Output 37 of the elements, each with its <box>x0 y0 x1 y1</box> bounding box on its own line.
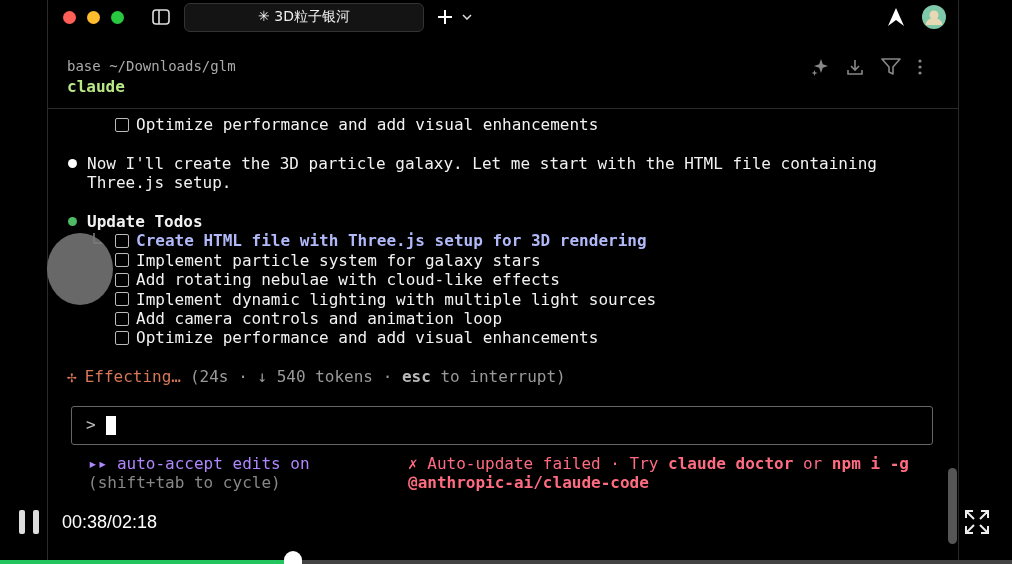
spinner-glyph: ✢ <box>67 367 77 387</box>
message-text: Now I'll create the 3D particle galaxy. Let me start with the HTML file containing Three.js setup. <box>87 153 878 193</box>
minimize-button[interactable] <box>87 10 100 24</box>
todo-text: Implement dynamic lighting with multiple light sources <box>136 289 657 309</box>
avatar-icon[interactable] <box>922 5 946 29</box>
filter-icon[interactable] <box>881 58 901 76</box>
sparkle-icon[interactable] <box>811 58 829 76</box>
todo-text: Optimize performance and add visual enhancements <box>136 328 599 348</box>
progress-bar[interactable] <box>0 551 1012 564</box>
more-icon[interactable] <box>918 59 922 75</box>
playback-time: 00:38/02:18 <box>62 511 158 533</box>
update-warning: ✗ Auto-update failed · Try claude doctor or npm i -g @anthropic-ai/claude-code <box>408 453 910 493</box>
pause-icon[interactable] <box>18 509 40 535</box>
fullscreen-icon[interactable] <box>964 509 990 535</box>
command-name: claude <box>67 76 126 98</box>
progress-handle[interactable] <box>284 551 303 564</box>
mode-hint: (shift+tab to cycle) <box>88 472 282 493</box>
tab[interactable]: ✳ 3D粒子银河 <box>184 2 424 32</box>
close-button[interactable] <box>63 10 76 24</box>
directory-path: base ~/Downloads/glm <box>67 57 237 76</box>
sidebar-icon[interactable] <box>152 9 170 25</box>
chevron-down-icon[interactable] <box>462 14 472 20</box>
scrollbar[interactable] <box>948 468 957 544</box>
plus-icon[interactable] <box>437 9 453 25</box>
tool-title: Update Todos <box>87 212 203 232</box>
todo-text: Optimize performance and add visual enhancements <box>136 115 599 135</box>
download-icon[interactable] <box>846 58 864 76</box>
todo-text: Implement particle system for galaxy stars <box>136 250 541 271</box>
status-detail: (24s · ↓ 540 tokens · esc to interrupt) <box>189 367 566 387</box>
todo-text: Create HTML file with Three.js setup for 3D rendering <box>136 231 647 251</box>
todo-text: Add rotating nebulae with cloud-like effects <box>136 270 560 290</box>
logo-icon[interactable] <box>888 8 904 26</box>
status-verb: Effecting… <box>84 367 181 387</box>
maximize-button[interactable] <box>111 10 124 24</box>
input-field[interactable]: > <box>71 405 933 445</box>
mode-indicator: ▸▸ auto-accept edits on <box>88 453 311 473</box>
todo-text: Add camera controls and animation loop <box>136 308 503 329</box>
